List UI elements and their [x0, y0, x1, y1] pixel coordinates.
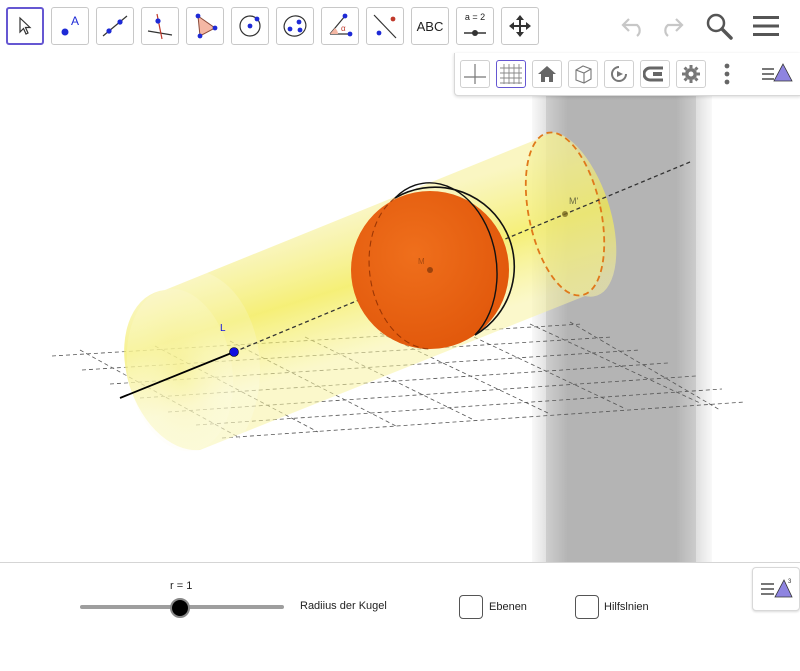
angle-tool-label: α: [341, 24, 346, 33]
label-M-prime: M': [569, 196, 578, 206]
perpendicular-tool-button[interactable]: [141, 7, 179, 45]
standard-view-button[interactable]: [532, 60, 562, 88]
stereo-glasses-button[interactable]: [640, 60, 670, 88]
svg-text:3: 3: [788, 579, 792, 585]
more-vertical-icon: [724, 63, 730, 85]
settings-icon: [682, 65, 700, 83]
reflect-tool-button[interactable]: [366, 7, 404, 45]
main-toolbar: A α ABC a = 2: [0, 0, 800, 52]
polygon-tool-button[interactable]: [186, 7, 224, 45]
point-tool-label: A: [71, 14, 79, 28]
redo-button[interactable]: [655, 10, 687, 42]
bottom-panel: r = 1 Radiius der Kugel Ebenen Hilfslnie…: [0, 562, 800, 671]
sphere-points-icon: [283, 15, 307, 37]
axes-icon: [464, 64, 486, 84]
algebra-3d-icon: 3: [761, 579, 793, 598]
angle-icon: α: [329, 13, 353, 37]
move-tool-button[interactable]: [6, 7, 44, 45]
more-options-button[interactable]: [717, 61, 737, 87]
cursor-arrow-icon: [19, 16, 32, 35]
perpendicular-line-icon: [147, 13, 173, 40]
point-tool-button[interactable]: A: [51, 7, 89, 45]
slider-tool-label: a = 2: [464, 12, 486, 22]
line-tool-button[interactable]: [96, 7, 134, 45]
search-icon: [706, 13, 733, 40]
slider-value-label: r = 1: [170, 580, 193, 592]
label-M: M: [418, 257, 425, 266]
circle-tool-button[interactable]: [231, 7, 269, 45]
point-L[interactable]: [229, 347, 239, 357]
reflect-line-icon: [373, 14, 397, 39]
move-graphics-view-icon: [509, 15, 531, 37]
view-direction-icon: [575, 65, 592, 84]
grid-icon: [500, 64, 522, 84]
search-button[interactable]: [703, 10, 735, 42]
main-menu-button[interactable]: [750, 10, 782, 42]
graphics-3d-view[interactable]: L M M': [0, 52, 800, 562]
stereo-glasses-icon: [643, 66, 663, 82]
algebra-3d-icon: [762, 63, 793, 82]
home-icon: [538, 66, 556, 82]
redo-icon: [664, 18, 684, 37]
move-view-tool-button[interactable]: [501, 7, 539, 45]
slider-caption: Radiius der Kugel: [300, 600, 387, 612]
text-tool-button[interactable]: ABC: [411, 7, 449, 45]
point-M-prime[interactable]: [562, 211, 568, 217]
axes-toggle-button[interactable]: [460, 60, 490, 88]
undo-icon: [621, 18, 641, 37]
checkbox-ebenen[interactable]: [459, 595, 483, 619]
point-M[interactable]: [427, 267, 433, 273]
circle-icon: [239, 15, 261, 37]
polygon-icon: [195, 13, 218, 39]
text-tool-label: ABC: [416, 18, 444, 34]
view-direction-button[interactable]: [568, 60, 598, 88]
rotate-view-button[interactable]: [604, 60, 634, 88]
angle-tool-button[interactable]: α: [321, 7, 359, 45]
slider-tool-button[interactable]: a = 2: [456, 7, 494, 45]
algebra-toggle-button[interactable]: 3: [752, 567, 800, 611]
radius-slider-thumb[interactable]: [169, 598, 190, 618]
menu-icon: [753, 16, 779, 36]
checkbox-hilfslinien[interactable]: [575, 595, 599, 619]
settings-button[interactable]: [676, 60, 706, 88]
checkbox-hilfslinien-label: Hilfslnien: [604, 601, 649, 613]
label-L: L: [220, 323, 226, 334]
point-icon: A: [61, 14, 79, 36]
algebra-toggle-top-button[interactable]: [757, 59, 795, 89]
graphics-style-bar: [454, 53, 800, 96]
checkbox-ebenen-label: Ebenen: [489, 601, 527, 613]
undo-button[interactable]: [618, 10, 650, 42]
grid-toggle-button[interactable]: [496, 60, 526, 88]
line-icon: [102, 15, 128, 37]
rotate-view-icon: [611, 66, 627, 82]
sphere-tool-button[interactable]: [276, 7, 314, 45]
